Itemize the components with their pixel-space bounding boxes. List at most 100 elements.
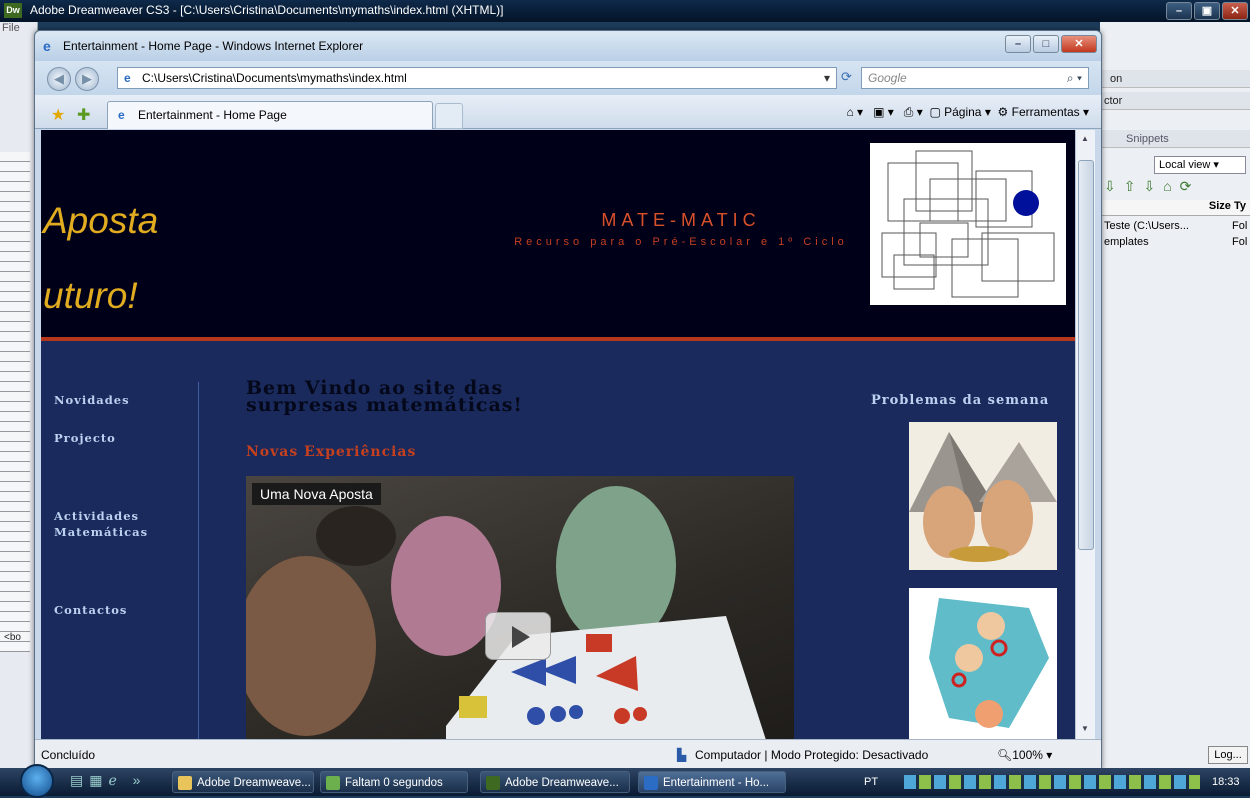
taskbar-label: Faltam 0 segundos (345, 777, 443, 789)
ie-maximize-button[interactable]: □ (1033, 35, 1059, 53)
taskbar-item-dreamweaver-1[interactable]: Adobe Dreamweave... (172, 771, 314, 793)
panel-header-on[interactable]: on (1100, 70, 1250, 88)
play-button[interactable] (485, 612, 551, 660)
start-button[interactable] (20, 764, 54, 798)
problem-image-pyramids[interactable] (909, 422, 1057, 570)
page-menu-label: Página (944, 105, 982, 119)
type-column[interactable]: Ty (1234, 200, 1246, 212)
taskbar-item-dreamweaver-2[interactable]: Adobe Dreamweave... (480, 771, 630, 793)
taskbar-label: Adobe Dreamweave... (197, 777, 311, 789)
ie-tab-row: ★ ✚ e Entertainment - Home Page ⌂ ▾ ▣ ▾ … (35, 95, 1101, 129)
file-name: Teste (C:\Users... (1104, 220, 1189, 232)
vertical-ruler (0, 152, 30, 652)
ie-window: e Entertainment - Home Page - Windows In… (34, 30, 1102, 771)
children-illustration (929, 598, 1049, 728)
taskbar-item-ie[interactable]: Entertainment - Ho... (638, 771, 786, 793)
feeds-icon[interactable]: ▣ ▾ (873, 105, 894, 119)
tools-menu[interactable]: ⚙ Ferramentas ▾ (998, 105, 1089, 119)
forward-button[interactable]: ▶ (75, 67, 99, 91)
dreamweaver-title: Adobe Dreamweaver CS3 - [C:\Users\Cristi… (30, 3, 504, 17)
security-zone[interactable]: Computador | Modo Protegido: Desactivado (695, 740, 928, 770)
ie-title: Entertainment - Home Page - Windows Inte… (63, 39, 364, 53)
size-column[interactable]: Size (1209, 200, 1231, 212)
language-indicator[interactable]: PT (864, 768, 878, 796)
ie-address-row: ◀ ▶ e C:\Users\Cristina\Documents\mymath… (35, 61, 1101, 95)
site-title: MATE-MATIC (601, 210, 761, 230)
file-row[interactable]: Teste (C:\Users... (1104, 220, 1189, 232)
local-view-select[interactable]: Local view ▾ (1154, 156, 1246, 174)
quick-launch-icons[interactable]: ▤▦ℯ » (70, 772, 146, 789)
tab-page-icon: e (118, 108, 125, 122)
dreamweaver-right-panels: on ctor Snippets Local view ▾ ⇩⇧⇩⌂⟳ Size… (1100, 22, 1250, 768)
dreamweaver-icon (486, 776, 500, 790)
ie-minimize-button[interactable]: – (1005, 35, 1031, 53)
close-button[interactable]: ✕ (1222, 2, 1248, 20)
site-left-nav: Novidades Projecto Actividades Matemátic… (41, 382, 199, 739)
taskbar-item-download[interactable]: Faltam 0 segundos (320, 771, 468, 793)
web-page-viewport: Aposta uturo! MATE-MATIC Recurso para o … (41, 130, 1075, 739)
scroll-up-icon[interactable]: ▲ (1081, 134, 1089, 143)
video-rating[interactable]: ☆☆☆☆☆ (256, 507, 324, 524)
file-type: Fol (1232, 220, 1248, 232)
back-button[interactable]: ◀ (47, 67, 71, 91)
new-tab-button[interactable] (435, 103, 463, 129)
search-placeholder: Google (868, 71, 907, 85)
subheading: Novas Experiências (246, 444, 417, 460)
dreamweaver-title-bar: Adobe Dreamweaver CS3 - [C:\Users\Cristi… (0, 0, 1250, 22)
zoom-control[interactable]: 🔍︎100% ▾ (997, 740, 1052, 770)
search-input[interactable]: Google ⌕ ▾ (861, 67, 1089, 89)
files-header: Size Ty (1100, 200, 1250, 216)
panel-header-inspector[interactable]: ctor (1100, 92, 1250, 110)
nav-novidades[interactable]: Novidades (54, 393, 130, 407)
status-text: Concluído (41, 748, 96, 762)
ie-logo-icon: e (43, 38, 51, 54)
clock[interactable]: 18:33 (1212, 768, 1240, 796)
problem-image-children[interactable] (909, 588, 1057, 739)
file-menu[interactable]: File (2, 22, 20, 34)
refresh-icon[interactable]: ⟳ (841, 69, 852, 85)
minimize-button[interactable]: – (1166, 2, 1192, 20)
tag-selector[interactable]: <bo (4, 632, 21, 643)
tools-menu-label: Ferramentas (1011, 105, 1080, 119)
video-frame (246, 486, 766, 739)
scrollbar-thumb[interactable] (1078, 160, 1094, 550)
computer-zone-icon: ▙ (677, 748, 687, 762)
taskbar-label: Entertainment - Ho... (663, 777, 770, 789)
favorites-star-icon[interactable]: ★ (51, 105, 65, 125)
system-tray-icons[interactable] (904, 775, 1200, 789)
site-header: Aposta uturo! MATE-MATIC Recurso para o … (41, 130, 1075, 338)
header-divider (41, 337, 1075, 341)
tab-snippets[interactable]: Snippets (1100, 130, 1250, 148)
tab-entertainment-home[interactable]: e Entertainment - Home Page (107, 101, 433, 129)
add-favorites-icon[interactable]: ✚ (77, 105, 90, 125)
scroll-down-icon[interactable]: ▼ (1081, 724, 1089, 733)
maximize-button[interactable]: ▣ (1194, 2, 1220, 20)
page-menu[interactable]: ▢ Página ▾ (929, 105, 990, 119)
files-toolbar-icons[interactable]: ⇩⇧⇩⌂⟳ (1104, 178, 1246, 196)
folder-icon (178, 776, 192, 790)
print-icon[interactable]: ⎙ ▾ (904, 105, 923, 119)
nav-matematicas[interactable]: Matemáticas (54, 525, 148, 539)
pyramids-illustration (909, 432, 1057, 562)
video-player[interactable]: Uma Nova Aposta ☆☆☆☆☆ (246, 476, 794, 739)
log-button[interactable]: Log... (1208, 746, 1248, 764)
file-row[interactable]: emplates (1104, 236, 1149, 248)
video-title[interactable]: Uma Nova Aposta (252, 483, 381, 505)
dreamweaver-logo-icon: Dw (4, 3, 22, 18)
address-dropdown-icon[interactable]: ▾ (824, 68, 830, 88)
site-subtitle: Recurso para o Pré-Escolar e 1º Ciclo (514, 236, 848, 248)
vertical-scrollbar[interactable]: ▲ ▼ (1075, 130, 1095, 739)
local-view-label: Local view (1159, 159, 1211, 171)
nav-contactos[interactable]: Contactos (54, 603, 127, 617)
address-bar[interactable]: e C:\Users\Cristina\Documents\mymaths\in… (117, 67, 837, 89)
squares-logo-icon (881, 150, 1055, 298)
play-icon (512, 626, 530, 648)
zoom-level: 100% (1012, 748, 1043, 762)
dreamweaver-left-pane: File <bo (0, 22, 38, 768)
site-logo (870, 143, 1066, 305)
nav-projecto[interactable]: Projecto (54, 431, 116, 445)
nav-actividades[interactable]: Actividades (54, 509, 139, 523)
ie-close-button[interactable]: ✕ (1061, 35, 1097, 53)
search-icon[interactable]: ⌕ ▾ (1067, 68, 1082, 88)
home-icon[interactable]: ⌂ ▾ (846, 105, 863, 119)
